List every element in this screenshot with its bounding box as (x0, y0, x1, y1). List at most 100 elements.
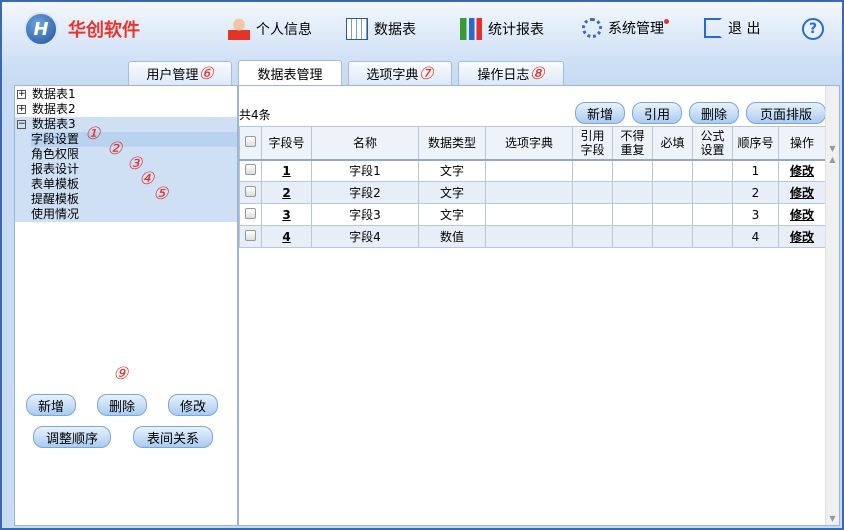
tab-user-management[interactable]: 用户管理 ⑥ (128, 61, 232, 85)
help-icon[interactable]: ? (802, 18, 824, 40)
cell (612, 225, 653, 248)
reorder-button[interactable]: 调整顺序 (33, 426, 111, 448)
annotation-mark: ⑧ (529, 63, 545, 84)
expand-icon[interactable]: + (17, 90, 26, 99)
collapse-icon[interactable]: − (17, 120, 26, 129)
delete-field-button[interactable]: 删除 (689, 102, 739, 124)
nav-logout[interactable]: 退 出 (704, 18, 760, 38)
edit-link[interactable]: 修改 (790, 230, 814, 244)
col-formula: 公式设置 (692, 126, 733, 160)
annotation-mark: ⑤ (153, 184, 169, 204)
tree-item-report-design[interactable]: 报表设计 ③ (31, 156, 237, 177)
tab-label: 操作日志 (477, 68, 530, 83)
row-checkbox[interactable] (245, 163, 256, 175)
tab-data-table-management[interactable]: 数据表管理 (238, 60, 342, 85)
tree-item-label: 使用情况 (31, 207, 80, 221)
field-type: 数值 (418, 225, 486, 248)
cell (692, 159, 733, 182)
cell (652, 159, 693, 182)
field-type: 文字 (418, 159, 486, 182)
page-layout-button[interactable]: 页面排版 (746, 102, 826, 124)
tree-node-table1[interactable]: + 数据表1 (15, 87, 237, 102)
field-no-link[interactable]: 4 (282, 230, 290, 244)
edit-link[interactable]: 修改 (790, 208, 814, 222)
tree-node-label: 数据表2 (32, 102, 76, 116)
tree-node-label: 数据表3 (32, 117, 76, 131)
col-name: 名称 (311, 126, 419, 160)
field-no-link[interactable]: 1 (282, 164, 290, 178)
table-relations-button[interactable]: 表间关系 (133, 426, 213, 448)
tree-node-table2[interactable]: + 数据表2 (15, 102, 237, 117)
field-table: 字段号 名称 数据类型 选项字典 引用字段 不得重复 必填 公式设置 顺序号 操… (239, 126, 826, 248)
edit-link[interactable]: 修改 (790, 186, 814, 200)
field-name: 字段4 (311, 225, 419, 248)
nav-system[interactable]: 系统管理 (582, 18, 669, 38)
table-tree: + 数据表1 + 数据表2 − 数据表3 字段设置 ① 角色权限 ② 报表设计 ③ 表单模板… (15, 86, 237, 222)
cell (572, 203, 613, 226)
col-data-type: 数据类型 (418, 126, 486, 160)
table-row: 1 字段1 文字 1 修改 (239, 159, 826, 182)
cell (612, 159, 653, 182)
annotation-mark: ① (85, 124, 101, 144)
annotation-mark: ⑨ (113, 364, 129, 384)
select-all-checkbox[interactable] (245, 135, 256, 147)
main-panel: 共4条 新增 引用 删除 页面排版 字段号 名称 数据类型 选项字典 引用字段 … (238, 85, 840, 526)
delete-table-button[interactable]: 删除 (97, 394, 147, 416)
tree-children: 字段设置 ① 角色权限 ② 报表设计 ③ 表单模板 ④ 提醒模板 ⑤ 使用情况 (15, 126, 237, 222)
annotation-mark: ② (107, 139, 123, 159)
add-field-button[interactable]: 新增 (575, 102, 625, 124)
expand-icon[interactable]: + (17, 105, 26, 114)
cell (572, 225, 613, 248)
cell (692, 203, 733, 226)
tree-item-reminder-template[interactable]: 提醒模板 ⑤ (31, 186, 237, 207)
field-order: 4 (732, 225, 779, 248)
field-no-link[interactable]: 2 (282, 186, 290, 200)
tab-operation-log[interactable]: 操作日志 ⑧ (458, 61, 564, 85)
edit-table-button[interactable]: 修改 (168, 394, 218, 416)
tab-label: 选项字典 (366, 68, 419, 83)
tree-item-field-settings[interactable]: 字段设置 ① (31, 126, 237, 147)
reference-button[interactable]: 引用 (632, 102, 682, 124)
scroll-up-icon[interactable]: ▲ (826, 155, 839, 164)
row-checkbox[interactable] (245, 185, 256, 197)
logo: H 华创软件 (24, 12, 140, 46)
tree-item-label: 字段设置 (31, 132, 80, 146)
cell (612, 181, 653, 204)
cell (652, 203, 693, 226)
scroll-down-icon[interactable]: ▼ (826, 514, 839, 523)
nav-data-table[interactable]: 数据表 (346, 18, 416, 40)
field-dict (485, 225, 573, 248)
logo-icon: H (24, 12, 58, 46)
col-option-dict: 选项字典 (485, 126, 573, 160)
cell (692, 225, 733, 248)
tree-item-form-template[interactable]: 表单模板 ④ (31, 171, 237, 192)
table-row: 2 字段2 文字 2 修改 (239, 181, 826, 204)
tree-node-label: 数据表1 (32, 87, 76, 101)
tree-item-usage[interactable]: 使用情况 (31, 207, 237, 222)
table-row: 3 字段3 文字 3 修改 (239, 203, 826, 226)
cell (652, 181, 693, 204)
annotation-mark: ④ (139, 169, 155, 189)
tree-node-table3[interactable]: − 数据表3 (15, 117, 237, 132)
left-panel: + 数据表1 + 数据表2 − 数据表3 字段设置 ① 角色权限 ② 报表设计 ③ 表单模板… (14, 85, 238, 526)
tab-label: 数据表管理 (257, 67, 323, 83)
notification-dot (664, 18, 669, 24)
nav-personal-info[interactable]: 个人信息 (228, 18, 312, 40)
tab-option-dictionary[interactable]: 选项字典 ⑦ (348, 61, 452, 85)
field-dict (485, 203, 573, 226)
scroll-down-icon[interactable]: ▼ (826, 144, 839, 153)
scrollbar[interactable]: ▼ ▲ ▼ (825, 86, 839, 525)
tree-item-label: 提醒模板 (31, 192, 80, 206)
brand-name: 华创软件 (68, 20, 140, 41)
nav-label: 退 出 (728, 21, 761, 37)
field-name: 字段1 (311, 159, 419, 182)
add-table-button[interactable]: 新增 (26, 394, 76, 416)
nav-label: 个人信息 (256, 22, 312, 38)
nav-statistics[interactable]: 统计报表 (460, 18, 544, 40)
row-checkbox[interactable] (245, 229, 256, 241)
tab-label: 用户管理 (146, 68, 199, 83)
user-icon (228, 18, 250, 40)
edit-link[interactable]: 修改 (790, 164, 814, 178)
row-checkbox[interactable] (245, 207, 256, 219)
field-no-link[interactable]: 3 (282, 208, 290, 222)
